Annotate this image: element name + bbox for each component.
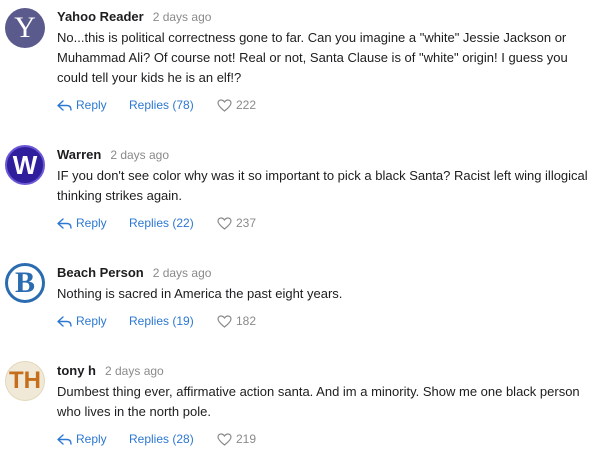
heart-outline-icon — [217, 432, 232, 446]
replies-link[interactable]: Replies (19) — [129, 314, 217, 328]
replies-label: Replies (78) — [129, 98, 194, 112]
replies-link[interactable]: Replies (22) — [129, 216, 217, 230]
comment-timestamp: 2 days ago — [110, 148, 170, 162]
replies-link[interactable]: Replies (78) — [129, 98, 217, 112]
like-button[interactable]: 219 — [217, 432, 256, 446]
comment-timestamp: 2 days ago — [152, 10, 212, 24]
like-button[interactable]: 222 — [217, 98, 256, 112]
comment-author[interactable]: Warren — [57, 147, 101, 162]
replies-link[interactable]: Replies (28) — [129, 432, 217, 446]
comment-author[interactable]: tony h — [57, 363, 96, 378]
reply-button[interactable]: Reply — [57, 314, 129, 328]
replies-label: Replies (28) — [129, 432, 194, 446]
reply-arrow-icon — [57, 433, 72, 445]
replies-label: Replies (22) — [129, 216, 194, 230]
heart-outline-icon — [217, 314, 232, 328]
comment-author[interactable]: Beach Person — [57, 265, 144, 280]
reply-arrow-icon — [57, 217, 72, 229]
reply-button[interactable]: Reply — [57, 432, 129, 446]
like-count: 182 — [236, 314, 257, 328]
reply-label: Reply — [76, 216, 107, 230]
like-count: 237 — [236, 216, 257, 230]
replies-label: Replies (19) — [129, 314, 194, 328]
comment-timestamp: 2 days ago — [152, 266, 212, 280]
heart-outline-icon — [217, 216, 232, 230]
reply-arrow-icon — [57, 315, 72, 327]
avatar[interactable]: W — [5, 145, 45, 185]
reply-arrow-icon — [57, 99, 72, 111]
like-count: 219 — [236, 432, 257, 446]
heart-outline-icon — [217, 98, 232, 112]
comment-text: Dumbest thing ever, affirmative action s… — [57, 384, 580, 419]
reply-button[interactable]: Reply — [57, 98, 129, 112]
reply-button[interactable]: Reply — [57, 216, 129, 230]
comment-text: No...this is political correctness gone … — [57, 30, 568, 85]
reply-label: Reply — [76, 432, 107, 446]
like-button[interactable]: 237 — [217, 216, 256, 230]
avatar-letter: TH — [9, 367, 41, 394]
avatar[interactable]: Y — [5, 8, 45, 48]
comment-text: IF you don't see color why was it so imp… — [57, 168, 588, 203]
avatar[interactable]: TH — [5, 361, 45, 401]
comment-timestamp: 2 days ago — [105, 364, 164, 378]
avatar-letter: Y — [14, 11, 36, 44]
like-count: 222 — [236, 98, 257, 112]
avatar[interactable]: B — [5, 263, 45, 303]
comment-text: Nothing is sacred in America the past ei… — [57, 286, 343, 301]
avatar-letter: W — [12, 150, 38, 180]
comment-author[interactable]: Yahoo Reader — [57, 9, 144, 24]
reply-label: Reply — [76, 314, 107, 328]
like-button[interactable]: 182 — [217, 314, 256, 328]
avatar-letter: B — [14, 266, 35, 299]
reply-label: Reply — [76, 98, 107, 112]
